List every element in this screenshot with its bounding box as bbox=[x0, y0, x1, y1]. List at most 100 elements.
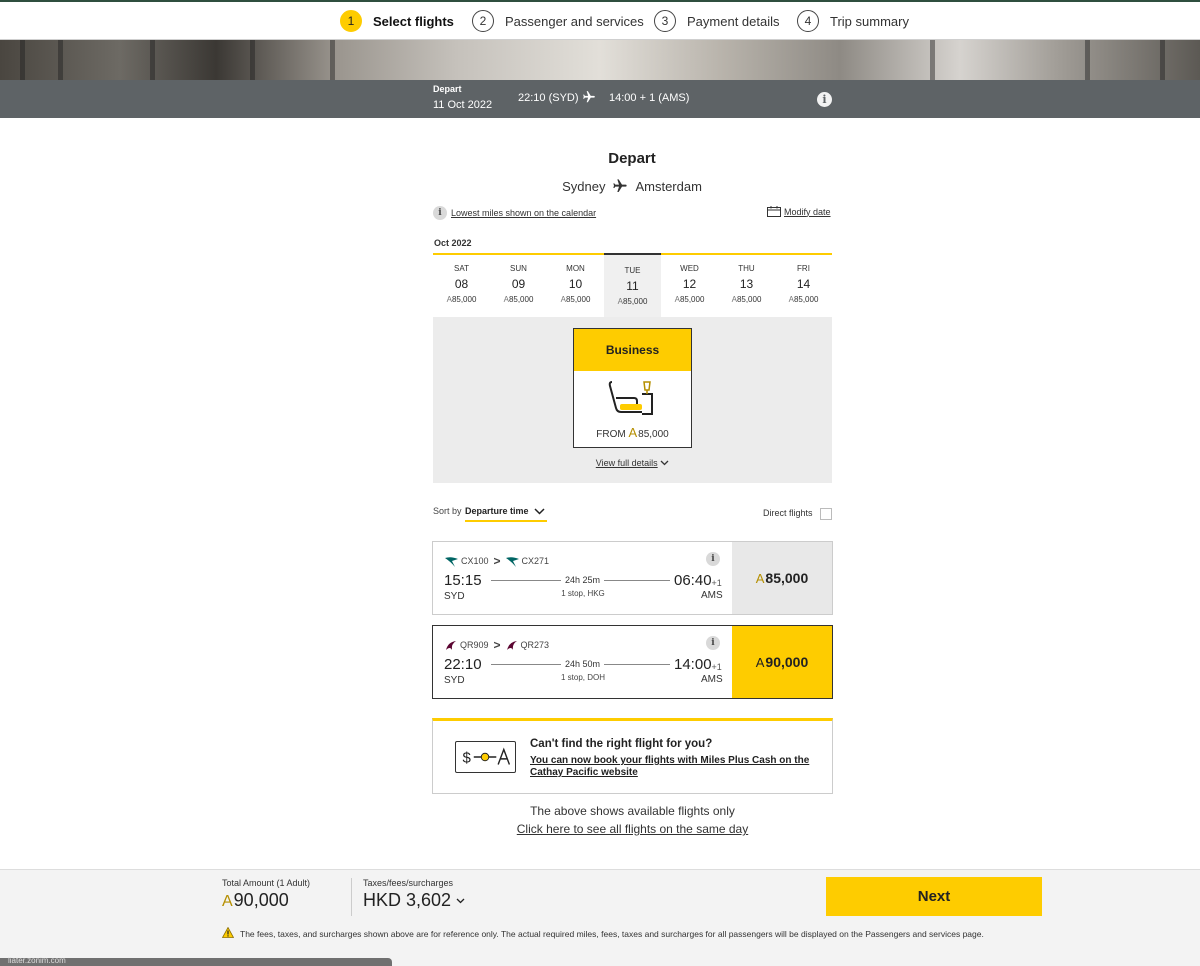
flight-option-cx100[interactable]: CX100 > CX271 15:15 SYD 24h 25m 1 stop, … bbox=[432, 541, 833, 615]
cabin-name: Business bbox=[574, 329, 691, 371]
lowest-miles-link[interactable]: Lowest miles shown on the calendar bbox=[451, 208, 596, 218]
route-line bbox=[604, 580, 670, 581]
destination-city: Amsterdam bbox=[635, 178, 702, 194]
calendar-day-11-selected[interactable]: TUE 11 A85,000 bbox=[604, 253, 661, 317]
flight-segments: QR909 > QR273 bbox=[445, 638, 549, 652]
route-line bbox=[491, 580, 561, 581]
available-flights-note: The above shows available flights only bbox=[530, 804, 735, 818]
total-amount-value: A90,000 bbox=[222, 890, 289, 910]
day-of-week: WED bbox=[680, 264, 699, 273]
sort-select[interactable]: Departure time bbox=[465, 506, 547, 522]
depart-label: Depart bbox=[433, 84, 462, 94]
step-select-flights: 1 Select flights bbox=[340, 8, 454, 34]
promo-link[interactable]: You can now book your flights with Miles… bbox=[530, 755, 820, 779]
view-full-details-link[interactable]: View full details bbox=[433, 458, 832, 468]
direct-flights-checkbox[interactable] bbox=[820, 508, 832, 520]
booking-footer: Total Amount (1 Adult) A90,000 Taxes/fee… bbox=[0, 869, 1200, 966]
day-miles: 85,000 bbox=[622, 297, 648, 306]
day-of-week: SAT bbox=[454, 264, 469, 273]
plane-icon bbox=[583, 91, 595, 103]
price-value: 90,000 bbox=[765, 654, 809, 670]
calendar-day-12[interactable]: WED 12 A85,000 bbox=[661, 255, 718, 317]
route-line bbox=[604, 664, 670, 665]
miles-plus-cash-promo: $ Can't find the right flight for you? Y… bbox=[432, 718, 833, 794]
cathay-pacific-logo-icon bbox=[505, 556, 519, 567]
day-date: 11 bbox=[626, 279, 639, 293]
business-seat-icon bbox=[608, 381, 653, 415]
flight-price[interactable]: A 85,000 bbox=[732, 542, 832, 614]
view-full-details-label: View full details bbox=[595, 458, 658, 468]
step-label: Passenger and services bbox=[505, 13, 644, 29]
departure-airport: SYD bbox=[444, 675, 465, 686]
hero-banner-image bbox=[0, 40, 1200, 80]
day-date: 12 bbox=[682, 277, 697, 291]
calendar-day-08[interactable]: SAT 08 A85,000 bbox=[433, 255, 490, 317]
next-button[interactable]: Next bbox=[826, 877, 1042, 916]
chevron-down-icon bbox=[456, 898, 465, 903]
qatar-airways-logo-icon bbox=[506, 640, 517, 650]
cabin-from-price: FROM A85,000 bbox=[574, 425, 691, 440]
departure-time: 15:15 bbox=[444, 572, 482, 589]
sort-by-label: Sort by bbox=[433, 506, 462, 516]
day-of-week: FRI bbox=[797, 264, 810, 273]
promo-title: Can't find the right flight for you? bbox=[530, 738, 713, 750]
flight-segments: CX100 > CX271 bbox=[445, 554, 549, 568]
segment-code: CX100 bbox=[461, 556, 489, 566]
arrival-airport: AMS bbox=[701, 674, 723, 685]
taxes-value-toggle[interactable]: HKD 3,602 bbox=[363, 890, 465, 911]
miles-icon: A bbox=[755, 570, 765, 586]
flight-option-qr909-selected[interactable]: QR909 > QR273 22:10 SYD 24h 50m 1 stop, … bbox=[432, 625, 833, 699]
day-miles: 85,000 bbox=[451, 295, 477, 304]
segment-code: QR273 bbox=[520, 640, 550, 650]
origin-city: Sydney bbox=[562, 178, 606, 194]
info-icon[interactable]: i bbox=[817, 92, 832, 107]
info-icon[interactable]: i bbox=[706, 636, 720, 650]
flight-duration: 24h 25m bbox=[564, 575, 601, 585]
miles-icon: A bbox=[755, 654, 765, 670]
calendar-month: Oct 2022 bbox=[434, 238, 472, 248]
calendar-day-13[interactable]: THU 13 A85,000 bbox=[718, 255, 775, 317]
route-line bbox=[491, 664, 561, 665]
day-of-week: TUE bbox=[624, 266, 641, 275]
flight-duration: 24h 50m bbox=[564, 659, 601, 669]
day-miles: 85,000 bbox=[508, 295, 534, 304]
miles-icon: A bbox=[222, 893, 233, 910]
modify-date-link[interactable]: Modify date bbox=[767, 206, 831, 217]
taxes-label: Taxes/fees/surcharges bbox=[363, 878, 454, 888]
calendar-day-09[interactable]: SUN 09 A85,000 bbox=[490, 255, 547, 317]
flight-price[interactable]: A 90,000 bbox=[732, 626, 832, 698]
next-day-indicator: +1 bbox=[711, 662, 722, 672]
connection-arrow-icon: > bbox=[493, 638, 501, 652]
taxes-value: HKD 3,602 bbox=[363, 890, 452, 910]
chevron-down-icon bbox=[660, 460, 669, 466]
departure-time: 22:10 bbox=[444, 656, 482, 673]
segment-code: CX271 bbox=[521, 556, 550, 566]
arrival-time: 06:40+1 bbox=[674, 572, 722, 589]
cathay-pacific-logo-icon bbox=[445, 556, 458, 567]
day-date: 10 bbox=[568, 277, 583, 291]
departure-time: 22:10 (SYD) bbox=[518, 92, 579, 104]
step-passenger-services: 2 Passenger and services bbox=[472, 8, 644, 34]
calendar-icon bbox=[767, 206, 781, 217]
all-flights-link[interactable]: Click here to see all flights on the sam… bbox=[432, 822, 833, 836]
cabin-card-business[interactable]: Business FROM A85,000 bbox=[573, 328, 692, 448]
info-icon[interactable]: i bbox=[706, 552, 720, 566]
depart-summary-bar: Depart 11 Oct 2022 22:10 (SYD) 14:00 + 1… bbox=[0, 80, 1200, 118]
stops-info: 1 stop, HKG bbox=[561, 589, 605, 598]
info-icon[interactable]: i bbox=[433, 206, 447, 220]
day-miles: 85,000 bbox=[679, 295, 705, 304]
day-miles: 85,000 bbox=[565, 295, 591, 304]
plane-icon bbox=[613, 179, 628, 192]
segment-code: QR909 bbox=[460, 640, 489, 650]
stops-info: 1 stop, DOH bbox=[560, 673, 605, 682]
miles-icon: A bbox=[628, 425, 638, 440]
miles-plus-cash-icon: $ bbox=[455, 741, 516, 773]
warning-icon bbox=[222, 927, 234, 938]
day-date: 09 bbox=[511, 277, 526, 291]
calendar-day-10[interactable]: MON 10 A85,000 bbox=[547, 255, 604, 317]
departure-airport: SYD bbox=[444, 591, 465, 602]
total-amount-label: Total Amount (1 Adult) bbox=[222, 878, 311, 888]
calendar-day-14[interactable]: FRI 14 A85,000 bbox=[775, 255, 832, 317]
day-of-week: SUN bbox=[510, 264, 527, 273]
day-of-week: MON bbox=[566, 264, 585, 273]
